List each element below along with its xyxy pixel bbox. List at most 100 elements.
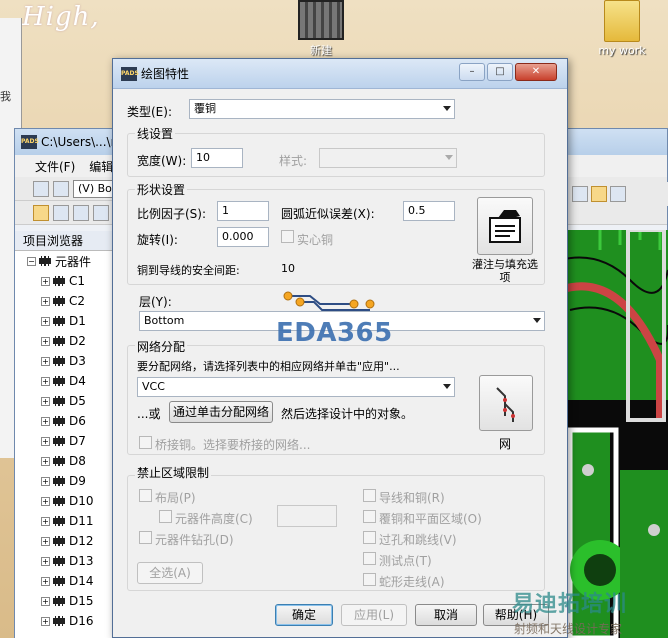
layer-select-value: Bottom [144,314,185,327]
pads-router-icon[interactable] [610,186,626,202]
net-pick-button[interactable] [479,375,533,431]
net-select[interactable]: VCC [137,377,455,397]
chevron-down-icon [445,155,453,160]
expand-icon[interactable]: + [41,476,50,486]
tree-node-label: D14 [69,574,94,588]
collapse-icon[interactable]: − [27,256,36,266]
layer-combo[interactable]: (V) Bo [73,179,117,198]
expand-icon[interactable]: + [41,556,50,566]
net-select-value: VCC [142,380,165,393]
test-points-checkbox[interactable] [363,552,376,565]
drafting-icon[interactable] [73,204,89,221]
expand-icon[interactable]: + [41,596,50,606]
tree-node-label: D8 [69,454,86,468]
expand-icon[interactable]: + [41,536,50,546]
bridge-copper-checkbox[interactable] [139,436,152,449]
copper-planes-checkbox[interactable] [363,510,376,523]
expand-icon[interactable]: + [41,276,50,286]
menu-edit[interactable]: 编辑 [89,158,113,175]
expand-icon[interactable]: + [41,576,50,586]
desktop-icon-mywork-label: my work [598,44,646,57]
tree-node-component[interactable]: + D6 [27,411,114,431]
tree-node-component[interactable]: + D14 [27,571,114,591]
pcb-canvas[interactable] [560,230,668,638]
view-icon[interactable] [572,186,588,202]
type-select[interactable]: 覆铜 [189,99,455,119]
tree-node-component[interactable]: + D1 [27,311,114,331]
style-select[interactable] [319,148,457,168]
chip-icon [53,376,65,386]
tree-node-component[interactable]: + D11 [27,511,114,531]
tree-node-component[interactable]: + D7 [27,431,114,451]
close-button[interactable]: ✕ [515,63,557,81]
scale-input[interactable]: 1 [217,201,269,221]
expand-icon[interactable]: + [41,416,50,426]
chevron-down-icon [443,384,451,389]
design-icon[interactable] [93,204,109,221]
tree-node-label: D7 [69,434,86,448]
tree-node-components[interactable]: − 元器件 [27,251,114,271]
rotate-input[interactable]: 0.000 [217,227,269,247]
type-select-value: 覆铜 [194,102,216,115]
tree-node-component[interactable]: + D5 [27,391,114,411]
solid-copper-checkbox[interactable] [281,230,294,243]
expand-icon[interactable]: + [41,456,50,466]
open-folder-icon[interactable] [33,180,49,197]
tree-node-label: C1 [69,274,86,288]
tree-node-component[interactable]: + D8 [27,451,114,471]
tree-node-component[interactable]: + D16 [27,611,114,631]
expand-icon[interactable]: + [41,516,50,526]
serpentine-checkbox[interactable] [363,573,376,586]
tree-node-component[interactable]: + D3 [27,351,114,371]
expand-icon[interactable]: + [41,496,50,506]
net-assignment-hint: 要分配网络，请选择列表中的相应网络并单击"应用"... [137,360,400,373]
placement-checkbox[interactable] [139,489,152,502]
apply-button[interactable]: 应用(L) [341,604,407,626]
expand-icon[interactable]: + [41,316,50,326]
expand-icon[interactable]: + [41,436,50,446]
vias-jumpers-checkbox[interactable] [363,531,376,544]
display-icon[interactable] [591,186,607,202]
tree-node-component[interactable]: + D13 [27,551,114,571]
ok-button[interactable]: 确定 [275,604,333,626]
save-icon[interactable] [53,180,69,197]
expand-icon[interactable]: + [41,616,50,626]
tree-node-component[interactable]: + D4 [27,371,114,391]
expand-icon[interactable]: + [41,356,50,366]
flood-options-button[interactable] [477,197,533,255]
expand-icon[interactable]: + [41,336,50,346]
flood-options-label: 灌注与填充选项 [472,258,538,284]
select-filter-icon[interactable] [53,204,69,221]
tree-node-component[interactable]: + C1 [27,271,114,291]
expand-icon[interactable]: + [41,376,50,386]
assign-net-by-click-button[interactable]: 通过单击分配网络 [169,401,273,423]
chip-icon [53,356,65,366]
desktop-icon-mywork[interactable]: my work [592,0,652,57]
tree-node-component[interactable]: + D10 [27,491,114,511]
component-height-input[interactable] [277,505,337,527]
component-drill-checkbox[interactable] [139,531,152,544]
cancel-button[interactable]: 取消 [415,604,477,626]
traces-copper-checkbox[interactable] [363,489,376,502]
chip-icon [53,296,65,306]
width-input[interactable]: 10 [191,148,243,168]
tree-node-component[interactable]: + D15 [27,591,114,611]
tree-node-component[interactable]: + D2 [27,331,114,351]
select-arrow-icon[interactable] [33,204,49,221]
minimize-button[interactable]: – [459,63,485,81]
tree-node-component[interactable]: + C2 [27,291,114,311]
tree-node-component[interactable]: + D12 [27,531,114,551]
desktop-icon-new[interactable]: 新建 [286,0,356,58]
select-all-button[interactable]: 全选(A) [137,562,203,584]
chip-icon [53,436,65,446]
component-height-checkbox[interactable] [159,510,172,523]
dialog-logo-icon: PADS [121,66,139,81]
project-browser-title: 项目浏览器 [15,231,114,251]
tree-node-component[interactable]: + D9 [27,471,114,491]
menu-file[interactable]: 文件(F) [35,158,75,175]
arc-error-input[interactable]: 0.5 [403,201,455,221]
component-drill-label: 元器件钻孔(D) [155,533,234,547]
expand-icon[interactable]: + [41,296,50,306]
expand-icon[interactable]: + [41,396,50,406]
maximize-button[interactable]: □ [487,63,513,81]
